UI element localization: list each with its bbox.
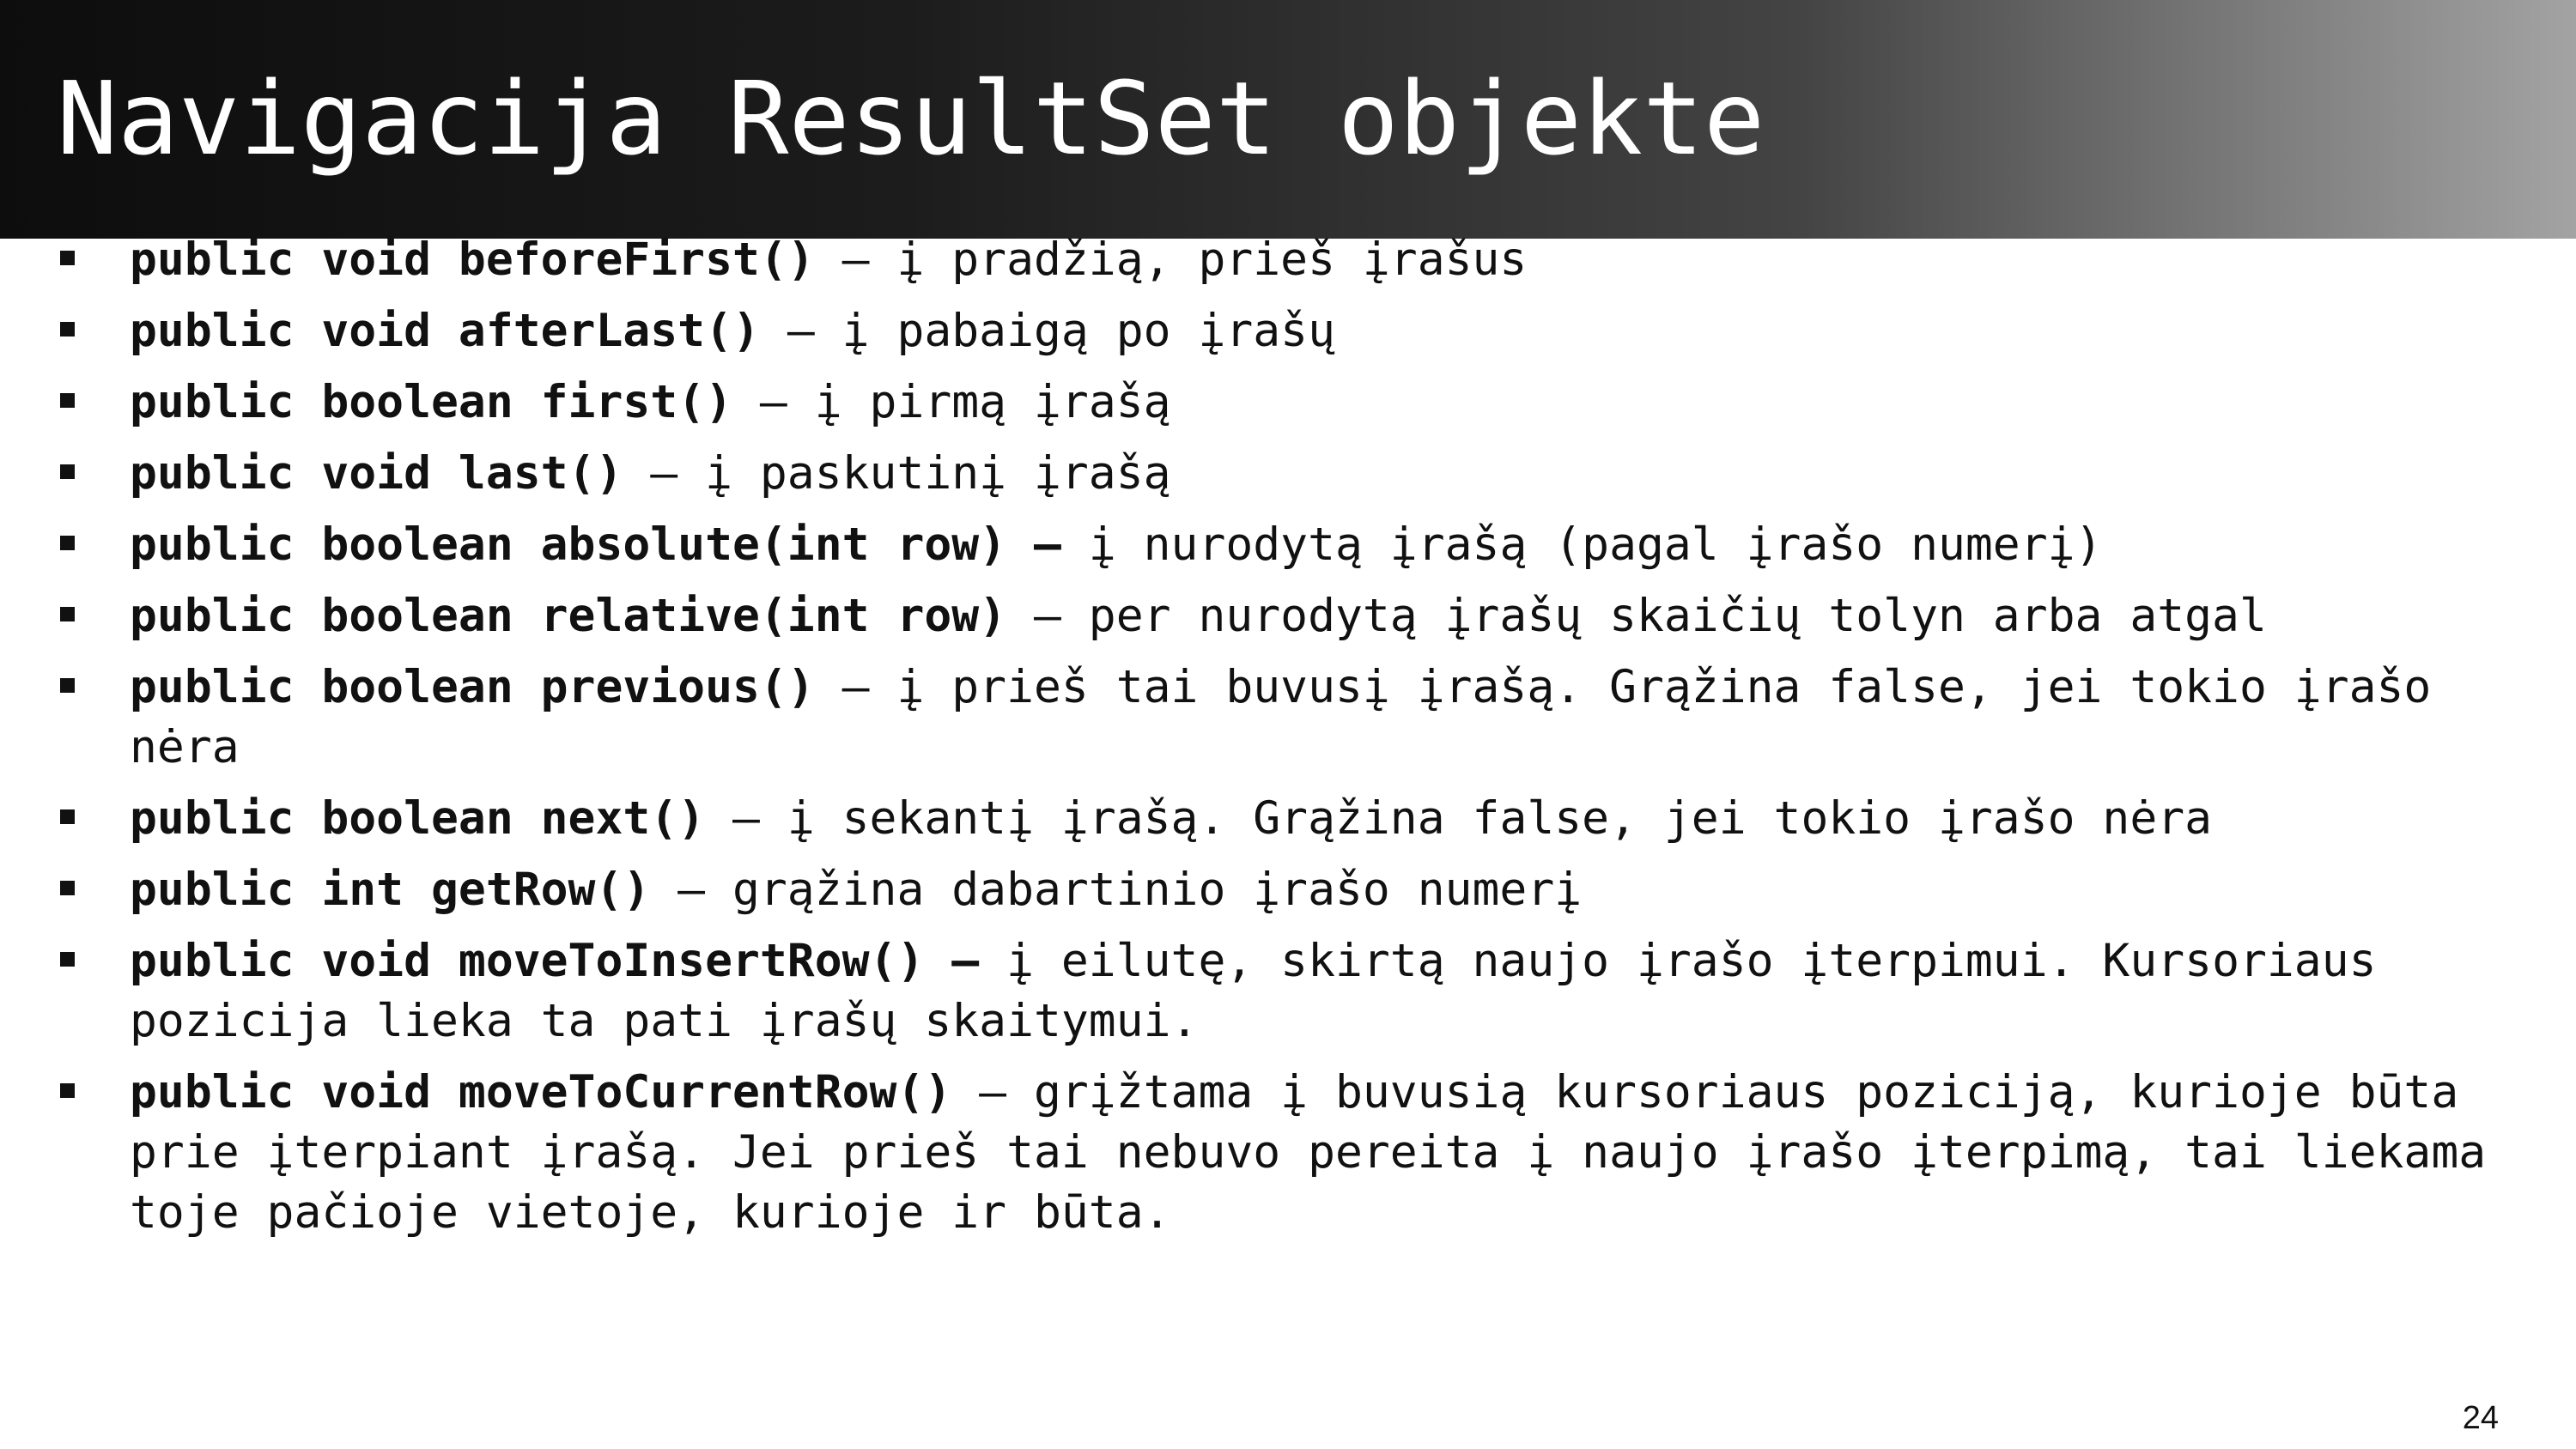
list-item: public int getRow() – grąžina dabartinio…: [0, 860, 2576, 920]
method-signature: public void last(): [130, 447, 623, 500]
list-item: public boolean next() – į sekantį įrašą.…: [0, 789, 2576, 849]
list-item: public boolean relative(int row) – per n…: [0, 586, 2576, 646]
page-number: 24: [2462, 1400, 2499, 1436]
square-bullet-icon: [60, 678, 75, 693]
list-item: public boolean absolute(int row) – į nur…: [0, 515, 2576, 575]
square-bullet-icon: [60, 881, 75, 895]
list-item: public void moveToCurrentRow() – grįžtam…: [0, 1063, 2576, 1243]
list-item: public boolean previous() – į prieš tai …: [0, 658, 2576, 778]
square-bullet-icon: [60, 322, 75, 336]
method-description: – į pirmą įrašą: [732, 376, 1171, 428]
bullet-list: public void beforeFirst() – į pradžią, p…: [0, 230, 2576, 1254]
slide-title: Navigacija ResultSet objekte: [57, 59, 1765, 178]
method-signature: public boolean absolute(int row) –: [130, 518, 1061, 571]
list-item: public boolean first() – į pirmą įrašą: [0, 373, 2576, 433]
square-bullet-icon: [60, 1083, 75, 1098]
square-bullet-icon: [60, 607, 75, 621]
method-description: – grąžina dabartinio įrašo numerį: [650, 864, 1583, 916]
method-signature: public void moveToInsertRow() –: [130, 935, 980, 987]
method-description: – per nurodytą įrašų skaičių tolyn arba …: [1006, 590, 2267, 642]
method-description: – į sekantį įrašą. Grąžina false, jei to…: [705, 792, 2213, 845]
list-item: public void moveToInsertRow() – į eilutę…: [0, 931, 2576, 1052]
method-signature: public void moveToCurrentRow(): [130, 1066, 952, 1119]
method-description: – į pabaigą po įrašų: [759, 305, 1335, 357]
square-bullet-icon: [60, 536, 75, 550]
method-signature: public boolean relative(int row): [130, 590, 1007, 642]
method-signature: public boolean first(): [130, 376, 732, 428]
method-signature: public void afterLast(): [130, 305, 760, 357]
square-bullet-icon: [60, 251, 75, 265]
square-bullet-icon: [60, 464, 75, 479]
method-signature: public void beforeFirst(): [130, 233, 815, 286]
method-signature: public boolean previous(): [130, 661, 815, 713]
square-bullet-icon: [60, 809, 75, 824]
square-bullet-icon: [60, 952, 75, 967]
list-item: public void afterLast() – į pabaigą po į…: [0, 301, 2576, 361]
method-description: – į pradžią, prieš įrašus: [814, 233, 1528, 286]
square-bullet-icon: [60, 393, 75, 408]
method-description: – į paskutinį įrašą: [623, 447, 1171, 500]
title-bar: Navigacija ResultSet objekte: [0, 0, 2576, 239]
list-item: public void beforeFirst() – į pradžią, p…: [0, 230, 2576, 290]
method-signature: public int getRow(): [130, 864, 651, 916]
method-description: į nurodytą įrašą (pagal įrašo numerį): [1060, 518, 2103, 571]
method-signature: public boolean next(): [130, 792, 706, 845]
list-item: public void last() – į paskutinį įrašą: [0, 444, 2576, 504]
slide: Navigacija ResultSet objekte public void…: [0, 0, 2576, 1449]
